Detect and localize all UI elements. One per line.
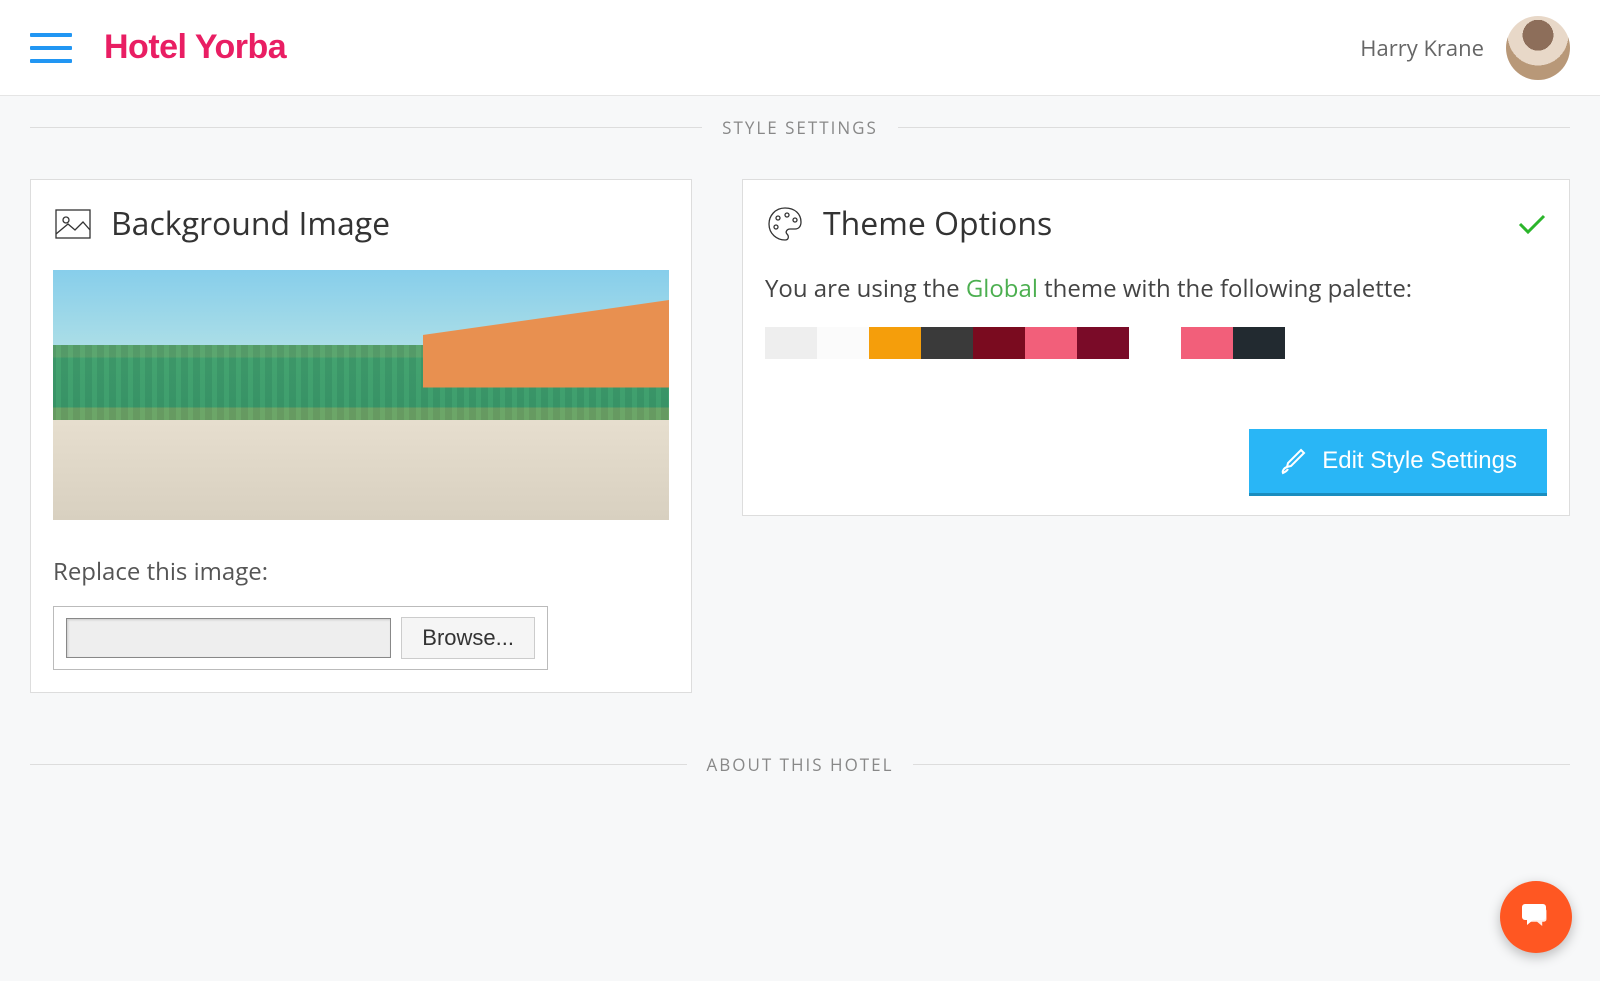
main-content: STYLE SETTINGS Background Image Replace … [0,96,1600,836]
theme-text-suffix: theme with the following palette: [1038,272,1412,305]
section-divider-about: ABOUT THIS HOTEL [30,753,1570,776]
header-left: Hotel Yorba [30,28,286,67]
background-image-card: Background Image Replace this image: Bro… [30,179,692,693]
section-heading-style: STYLE SETTINGS [702,116,898,139]
palette-swatch [973,327,1025,359]
section-divider-style: STYLE SETTINGS [30,116,1570,139]
palette-icon [765,204,805,244]
image-icon [53,204,93,244]
section-heading-about: ABOUT THIS HOTEL [687,753,914,776]
palette-swatch [1233,327,1285,359]
background-image-preview [53,270,669,520]
browse-button[interactable]: Browse... [401,617,535,659]
cards-row: Background Image Replace this image: Bro… [30,179,1570,693]
header-right: Harry Krane [1360,16,1570,80]
theme-text-prefix: You are using the [765,272,966,305]
palette-swatch [1025,327,1077,359]
brush-icon [1279,447,1307,475]
user-avatar[interactable] [1506,16,1570,80]
palette-swatch [765,327,817,359]
theme-card-title: Theme Options [823,202,1052,245]
replace-image-label: Replace this image: [53,555,669,588]
menu-toggle-button[interactable] [30,33,72,63]
background-card-title: Background Image [111,202,390,245]
file-input-group: Browse... [53,606,548,670]
palette-gap [1129,327,1181,359]
edit-button-label: Edit Style Settings [1322,447,1517,475]
palette-swatch [869,327,921,359]
theme-card-header: Theme Options [765,202,1547,245]
theme-options-card: Theme Options You are using the Global t… [742,179,1570,516]
palette-swatch [817,327,869,359]
theme-name-link[interactable]: Global [966,272,1038,305]
background-card-title-row: Background Image [53,202,669,245]
color-palette [765,327,1547,359]
user-name-label: Harry Krane [1360,33,1484,63]
file-path-input[interactable] [66,618,391,658]
palette-swatch [1181,327,1233,359]
edit-style-settings-button[interactable]: Edit Style Settings [1249,429,1547,493]
theme-description: You are using the Global theme with the … [765,270,1547,307]
brand-title: Hotel Yorba [104,28,286,67]
chat-icon [1519,900,1553,934]
palette-swatch [1077,327,1129,359]
check-icon [1517,212,1547,236]
app-header: Hotel Yorba Harry Krane [0,0,1600,96]
chat-fab-button[interactable] [1500,881,1572,953]
theme-card-title-wrap: Theme Options [765,202,1052,245]
palette-swatch [921,327,973,359]
